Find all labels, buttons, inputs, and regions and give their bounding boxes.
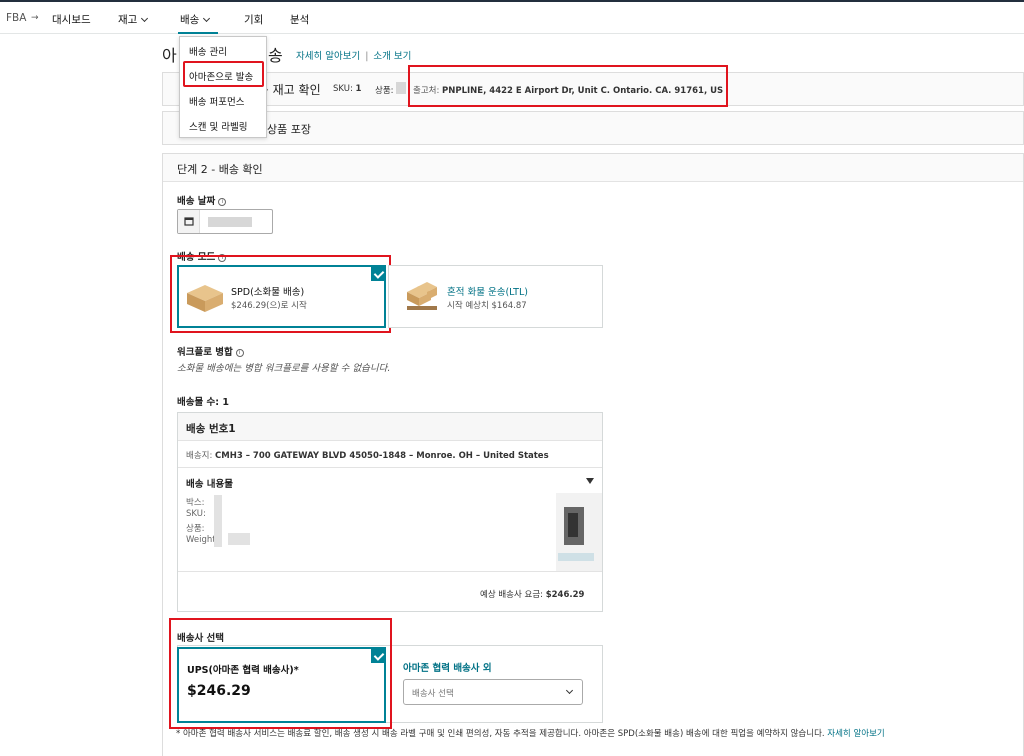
- nav-inventory[interactable]: 재고: [118, 12, 149, 27]
- chevron-down-icon: [203, 14, 211, 23]
- pallet-icon: [407, 282, 437, 310]
- carrier-select[interactable]: 배송사 선택: [403, 679, 583, 705]
- footnote-learn-more-link[interactable]: 자세히 알아보기: [827, 729, 884, 739]
- product-thumbnail: [556, 493, 602, 571]
- shipment-header: 배송 번호1: [178, 413, 602, 441]
- step2-title: 단계 2 - 배송 확인: [177, 163, 263, 176]
- ship-from: 출고처: PNPLINE, 4422 E Airport Dr, Unit C.…: [413, 86, 724, 96]
- carrier-footnote: * 아마존 협력 배송사 서비스는 배송료 할인, 배송 생성 시 배송 라벨 …: [176, 729, 885, 739]
- chevron-down-icon: [565, 686, 574, 695]
- chevron-down-icon: [141, 14, 149, 23]
- ship-date-input[interactable]: [177, 209, 273, 234]
- info-icon[interactable]: i: [235, 349, 244, 357]
- intro-video-link[interactable]: 소개 보기: [373, 51, 411, 62]
- estimated-fee: 예상 배송사 요금: $246.29: [480, 590, 585, 600]
- redacted-contents: [214, 495, 222, 547]
- step1-section: · 재고 확인 SKU: 1 상품: 출고처: PNPLINE, 4422 E …: [162, 72, 1024, 106]
- shipment-card: 배송 번호1 배송지: CMH3 – 700 GATEWAY BLVD 4505…: [177, 412, 603, 612]
- checkmark-icon: [371, 267, 386, 281]
- product-summary-label: 상품:: [375, 86, 394, 96]
- expand-toggle-icon[interactable]: [586, 478, 594, 484]
- sku-label: SKU:: [186, 509, 206, 519]
- parcel-box-icon: [187, 285, 223, 312]
- contents-label[interactable]: 배송 내용물: [186, 476, 233, 490]
- step1-label: · 재고 확인: [265, 83, 321, 97]
- info-icon[interactable]: i: [218, 198, 227, 206]
- checkmark-icon: [371, 649, 386, 663]
- nav-shipping[interactable]: 배송: [180, 12, 211, 27]
- nav-active-indicator: [178, 32, 218, 34]
- shipment-number: 배송 번호1: [186, 423, 236, 435]
- info-icon[interactable]: i: [218, 254, 227, 262]
- workflow-label: 워크플로 병합 i: [177, 344, 244, 358]
- shipping-dropdown-menu: 배송 관리 아마존으로 발송 배송 퍼포먼스 스캔 및 라벨링: [179, 36, 267, 138]
- learn-more-link[interactable]: 자세히 알아보기: [296, 51, 360, 62]
- ups-price: $246.29: [187, 683, 251, 699]
- nav-fba[interactable]: FBA: [6, 12, 26, 24]
- carrier-select-placeholder: 배송사 선택: [412, 689, 454, 699]
- divider: [178, 571, 602, 572]
- menu-item-shipment-management[interactable]: 배송 관리: [189, 44, 227, 58]
- workflow-note: 소화물 배송에는 병합 워크플로를 사용할 수 없습니다.: [177, 363, 391, 374]
- breadcrumb-arrow-icon: →: [31, 13, 39, 23]
- nav-dashboard[interactable]: 대시보드: [52, 12, 91, 27]
- shipment-count: 배송물 수: 1: [177, 397, 229, 408]
- step2-header: 단계 2 - 배송 확인: [163, 154, 1023, 182]
- nav-opportunities[interactable]: 기회: [244, 12, 263, 27]
- menu-item-scan-and-label[interactable]: 스캔 및 라벨링: [189, 119, 247, 133]
- main-nav: FBA → 대시보드 재고 배송 기회 분석: [0, 2, 1024, 34]
- sku-summary: SKU: 1: [333, 84, 362, 94]
- pack-label: 상품 포장: [267, 123, 311, 136]
- ship-date-label: 배송 날짜 i: [177, 193, 227, 207]
- product-label: 상품:: [186, 524, 205, 534]
- menu-item-shipping-performance[interactable]: 배송 퍼포먼스: [189, 94, 244, 108]
- redacted-weight: [228, 533, 250, 545]
- redacted-product: [396, 82, 406, 94]
- header-links: 자세히 알아보기 | 소개 보기: [296, 51, 412, 62]
- ltl-title: 혼적 화물 운송(LTL): [447, 287, 528, 298]
- ship-mode-label: 배송 모드 i: [177, 249, 227, 263]
- ups-option-card[interactable]: UPS(아마존 협력 배송사)* $246.29: [177, 647, 386, 723]
- carrier-label: 배송사 선택: [177, 633, 225, 644]
- pack-section: 상품 포장: [162, 111, 1024, 145]
- ltl-price: 시작 예상치 $164.87: [447, 301, 527, 311]
- page-title-prefix: 아: [162, 46, 177, 65]
- spd-price: $246.29(으)로 시작: [231, 301, 307, 311]
- ups-title: UPS(아마존 협력 배송사)*: [187, 665, 299, 676]
- redacted-date: [208, 217, 252, 227]
- spd-title: SPD(소화물 배송): [231, 287, 305, 298]
- page-title-suffix: 송: [268, 46, 283, 65]
- calendar-icon[interactable]: [178, 210, 200, 233]
- send-to-amazon-highlight: [183, 61, 264, 87]
- shipment-destination: 배송지: CMH3 – 700 GATEWAY BLVD 45050-1848 …: [186, 451, 549, 461]
- ltl-option-card[interactable]: 혼적 화물 운송(LTL) 시작 예상치 $164.87: [388, 265, 603, 328]
- spd-option-card[interactable]: SPD(소화물 배송) $246.29(으)로 시작: [177, 265, 386, 328]
- boxes-label: 박스:: [186, 498, 205, 508]
- nav-analytics[interactable]: 분석: [290, 12, 309, 27]
- divider: [178, 467, 602, 468]
- non-partnered-carrier-title[interactable]: 아마존 협력 배송사 외: [403, 660, 492, 674]
